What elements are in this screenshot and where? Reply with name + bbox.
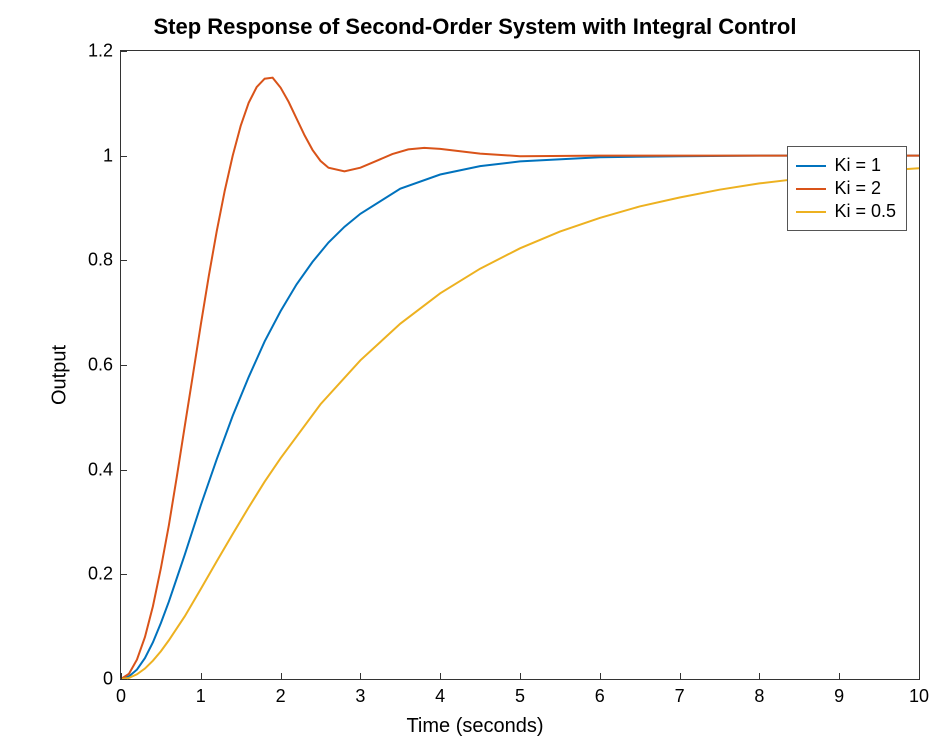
chart-container: Step Response of Second-Order System wit… [0,0,950,750]
legend-label: Ki = 2 [834,178,881,199]
y-tick-label: 0.4 [77,459,113,480]
x-tick-label: 10 [909,686,929,707]
legend-swatch [796,211,826,213]
x-tick-label: 8 [754,686,764,707]
x-axis-label: Time (seconds) [0,715,950,738]
y-tick-label: 1 [77,145,113,166]
y-tick-label: 0.2 [77,564,113,585]
legend-item: Ki = 2 [796,178,896,199]
x-tick-label: 3 [355,686,365,707]
x-tick-label: 1 [196,686,206,707]
x-tick-label: 9 [834,686,844,707]
x-tick-label: 5 [515,686,525,707]
legend-label: Ki = 0.5 [834,201,896,222]
y-tick-label: 0.6 [77,355,113,376]
x-tick-label: 2 [276,686,286,707]
legend-label: Ki = 1 [834,155,881,176]
series-line [121,156,919,679]
legend-item: Ki = 0.5 [796,201,896,222]
x-tick-label: 7 [675,686,685,707]
y-tick-label: 0.8 [77,250,113,271]
x-tick-label: 6 [595,686,605,707]
legend-swatch [796,188,826,190]
x-tick-label: 0 [116,686,126,707]
series-line [121,168,919,679]
x-tick-label: 4 [435,686,445,707]
legend-item: Ki = 1 [796,155,896,176]
y-axis-label: Output [49,345,72,405]
y-tick-label: 1.2 [77,41,113,62]
legend: Ki = 1Ki = 2Ki = 0.5 [787,146,907,231]
legend-swatch [796,165,826,167]
plot-area: Ki = 1Ki = 2Ki = 0.5 01234567891000.20.4… [120,50,920,680]
y-tick-label: 0 [77,669,113,690]
chart-title: Step Response of Second-Order System wit… [0,14,950,40]
